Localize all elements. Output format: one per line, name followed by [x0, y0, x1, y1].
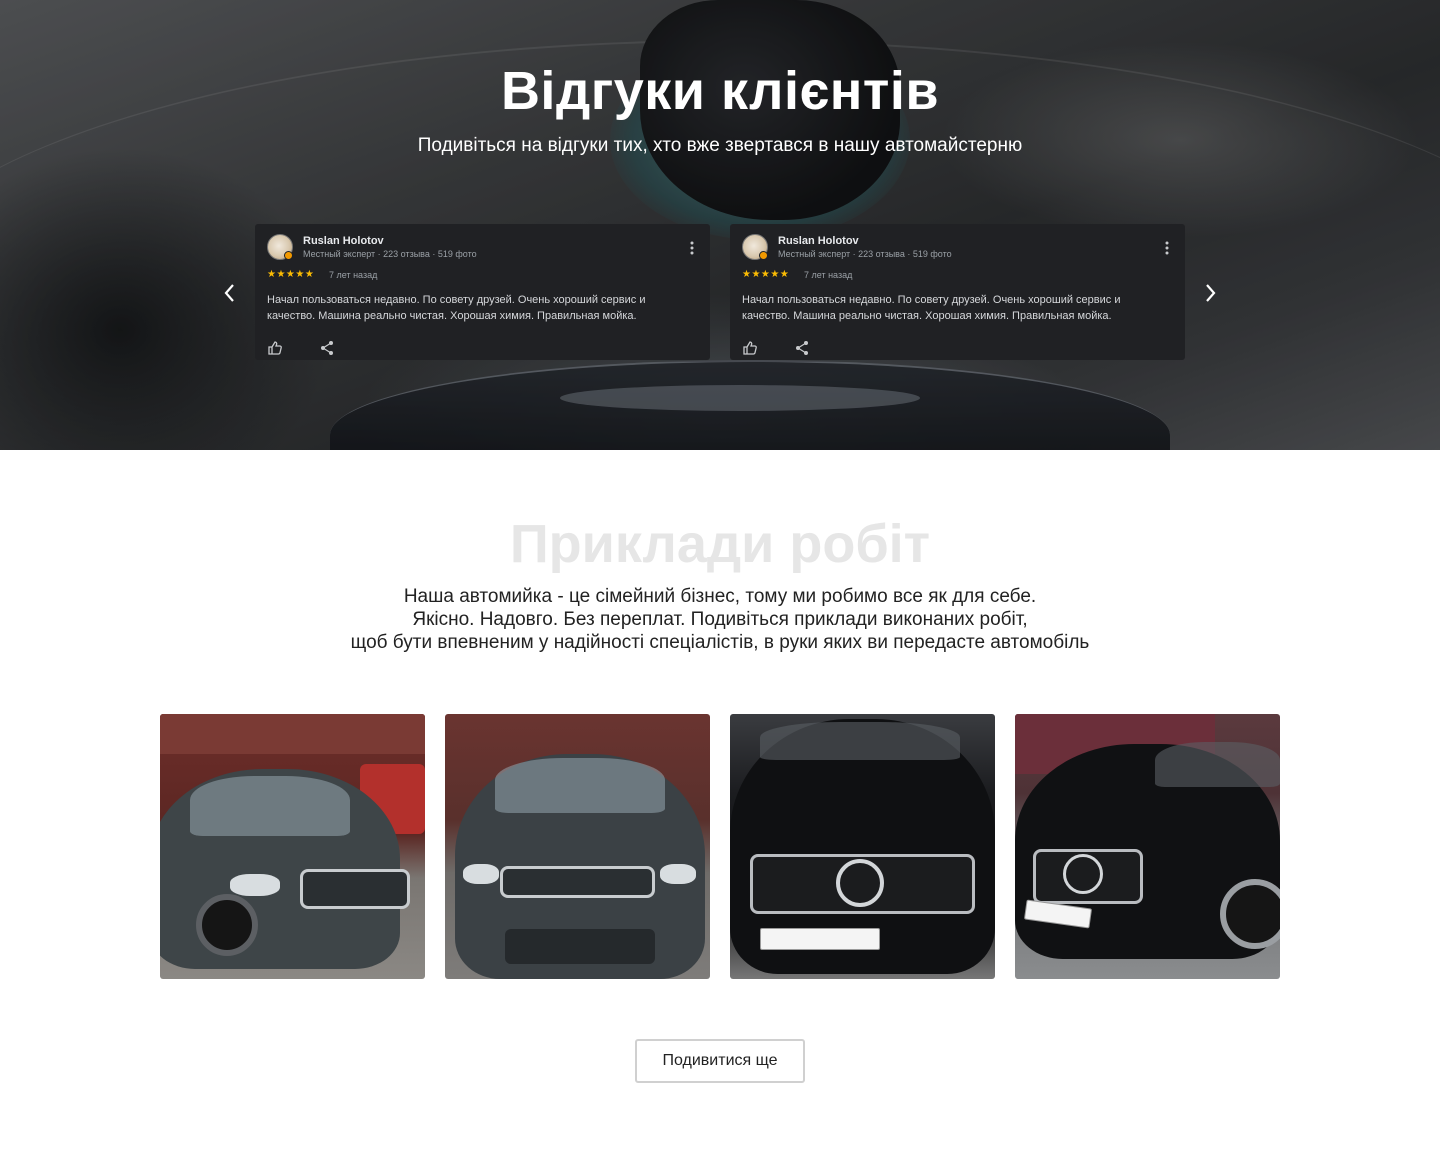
reviews-hero: Відгуки клієнтів Подивіться на відгуки т… — [0, 0, 1440, 450]
work-photo[interactable] — [1015, 714, 1280, 979]
review-card: Ruslan Holotov Местный эксперт · 223 отз… — [730, 224, 1185, 360]
review-card: Ruslan Holotov Местный эксперт · 223 отз… — [255, 224, 710, 360]
reviewer-name: Ruslan Holotov — [303, 235, 384, 247]
reviews-subtitle: Подивіться на відгуки тих, хто вже зверт… — [417, 135, 1023, 156]
review-date: 7 лет назад — [329, 270, 378, 280]
carousel-next-button[interactable] — [1195, 278, 1225, 308]
reviewer-meta: Местный эксперт · 223 отзыва · 519 фото — [778, 249, 952, 259]
review-text: Начал пользоваться недавно. По совету др… — [267, 294, 646, 322]
work-photo[interactable] — [445, 714, 710, 979]
local-guide-badge-icon — [284, 251, 293, 260]
works-description: Наша автомийка - це сімейний бізнес, том… — [0, 585, 1440, 654]
more-vert-icon[interactable] — [1161, 240, 1173, 256]
chevron-right-icon — [1206, 284, 1216, 302]
more-vert-icon[interactable] — [686, 240, 698, 256]
works-description-line: щоб бути впевненим у надійності спеціалі… — [350, 632, 1090, 653]
reviews-title: Відгуки клієнтів — [500, 61, 940, 121]
reviewer-name: Ruslan Holotov — [778, 235, 859, 247]
review-date: 7 лет назад — [804, 270, 853, 280]
local-guide-badge-icon — [759, 251, 768, 260]
see-more-button[interactable]: Подивитися ще — [635, 1039, 805, 1083]
work-photo[interactable] — [160, 714, 425, 979]
works-gallery — [160, 714, 1280, 979]
review-text: Начал пользоваться недавно. По совету др… — [742, 294, 1121, 322]
thumbs-up-icon[interactable] — [742, 340, 758, 356]
rating-stars: ★★★★★ — [267, 269, 315, 280]
works-title: Приклади робіт — [509, 514, 931, 574]
chevron-left-icon — [224, 284, 234, 302]
works-description-line: Якісно. Надовго. Без переплат. Подивітьс… — [412, 609, 1028, 630]
works-description-line: Наша автомийка - це сімейний бізнес, том… — [403, 586, 1037, 607]
rating-stars: ★★★★★ — [742, 269, 790, 280]
thumbs-up-icon[interactable] — [267, 340, 283, 356]
reviewer-meta: Местный эксперт · 223 отзыва · 519 фото — [303, 249, 477, 259]
share-icon[interactable] — [794, 340, 810, 356]
carousel-prev-button[interactable] — [215, 278, 245, 308]
work-photo[interactable] — [730, 714, 995, 979]
share-icon[interactable] — [319, 340, 335, 356]
